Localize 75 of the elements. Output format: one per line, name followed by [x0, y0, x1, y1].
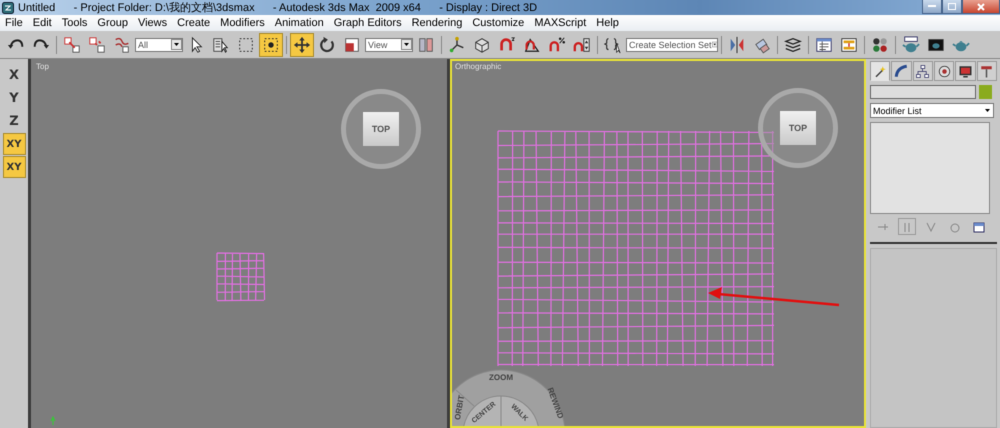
- window-crossing-icon: [262, 36, 280, 54]
- window-title: Untitled - Project Folder: D:\我的文档\3dsmax - Autodesk 3ds Max 2009 x64 - Display : Direct 3D: [18, 0, 538, 15]
- hierarchy-icon: [915, 64, 930, 78]
- rotate-icon: [318, 36, 336, 54]
- maximize-icon: [948, 3, 956, 10]
- configure-icon: [973, 220, 985, 232]
- command-panel-tab[interactable]: [934, 61, 954, 81]
- menu-item[interactable]: Help: [591, 17, 624, 29]
- menu-item[interactable]: File: [0, 17, 28, 29]
- angle-snap-icon: [523, 36, 541, 54]
- axis-constraint-button[interactable]: Z: [2, 110, 26, 132]
- color-swatch[interactable]: [979, 85, 992, 99]
- viewport[interactable]: Top TOP: [31, 59, 447, 428]
- wireframe-mesh-drawing: [216, 252, 266, 302]
- menu-item[interactable]: Group: [92, 17, 133, 29]
- modifier-list-dropdown[interactable]: Modifier List: [870, 103, 994, 118]
- close-icon: [977, 2, 985, 10]
- object-name-field[interactable]: [870, 85, 976, 99]
- maximize-button[interactable]: [942, 0, 962, 14]
- viewcube-face[interactable]: TOP: [779, 110, 817, 146]
- menu-item[interactable]: MAXScript: [529, 17, 592, 29]
- snap-icon: [498, 36, 516, 54]
- menu-item[interactable]: Customize: [467, 17, 530, 29]
- mirror-icon: [728, 36, 746, 54]
- dropdown[interactable]: Create Selection Set: [626, 38, 718, 52]
- spheres-icon: [871, 36, 889, 54]
- pivot-icon: [417, 36, 435, 54]
- minimize-button[interactable]: [922, 0, 942, 14]
- axis-constraint-button[interactable]: XY: [2, 133, 26, 155]
- menu-item[interactable]: Create: [172, 17, 216, 29]
- move-icon: [293, 36, 311, 54]
- manipulate-icon: [448, 36, 466, 54]
- minimize-icon: [928, 5, 936, 8]
- unlink-icon: [88, 36, 106, 54]
- menu-item[interactable]: Rendering: [406, 17, 468, 29]
- schematic-icon: [840, 36, 858, 54]
- app-icon: [2, 2, 14, 14]
- menu-item[interactable]: Tools: [56, 17, 92, 29]
- command-panel-tab[interactable]: [912, 61, 933, 81]
- menu-item[interactable]: Animation: [270, 17, 329, 29]
- axis-constraint-button[interactable]: XY: [2, 156, 26, 178]
- link-icon: [63, 36, 81, 54]
- command-panel-tab[interactable]: [870, 61, 890, 81]
- dropdown[interactable]: View: [365, 38, 413, 52]
- command-panel-tab[interactable]: [955, 61, 976, 81]
- selection-region-icon: [237, 36, 255, 54]
- monitor-icon: [958, 64, 973, 78]
- viewcube-face[interactable]: TOP: [362, 111, 400, 147]
- align-icon: [753, 36, 771, 54]
- menu-item[interactable]: Graph Editors: [328, 17, 407, 29]
- menu-item[interactable]: Views: [132, 17, 172, 29]
- toolbar-button[interactable]: [290, 32, 314, 56]
- arc-icon: [894, 64, 909, 78]
- select-list-icon: [212, 36, 230, 54]
- named-selection-icon: [604, 36, 622, 54]
- menu-item[interactable]: Modifiers: [215, 17, 270, 29]
- curve-editor-icon: [815, 36, 833, 54]
- command-panel-tab[interactable]: [976, 61, 997, 81]
- spinner-snap-icon: [573, 36, 591, 54]
- menu-item[interactable]: Edit: [28, 17, 57, 29]
- axis-constraint-button[interactable]: X: [2, 64, 26, 86]
- layers-icon: [784, 36, 802, 54]
- viewcube[interactable]: TOP: [758, 88, 838, 168]
- close-button[interactable]: [962, 0, 1000, 14]
- hammer-icon: [979, 64, 994, 78]
- scale-icon: [343, 36, 361, 54]
- wand-icon: [872, 64, 888, 78]
- teapot-icon: [902, 36, 920, 54]
- toolbar-button[interactable]: [259, 32, 283, 56]
- command-panel-tab[interactable]: [891, 61, 912, 81]
- viewcube[interactable]: TOP: [341, 89, 421, 169]
- dropdown[interactable]: All: [135, 38, 183, 52]
- axis-tripod-icon: [50, 416, 56, 426]
- axis-constraint-button[interactable]: Y: [2, 87, 26, 109]
- percent-snap-icon: [548, 36, 566, 54]
